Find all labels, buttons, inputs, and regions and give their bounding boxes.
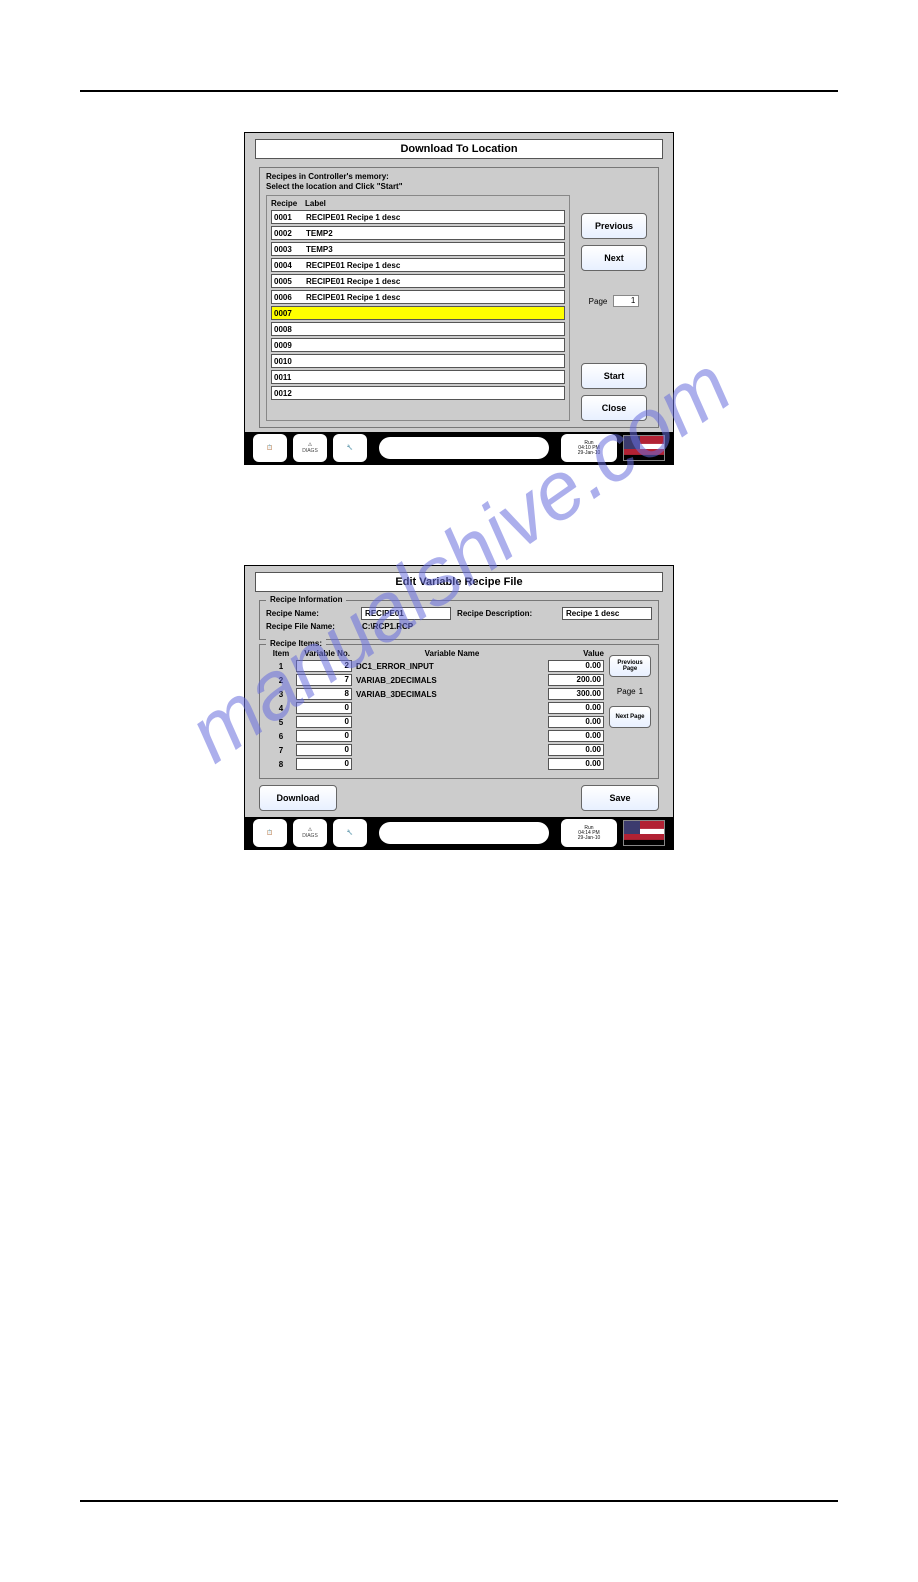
- col-varno: Variable No.: [296, 649, 352, 658]
- table-row: 700.00: [266, 744, 604, 756]
- recipe-file-label: Recipe File Name:: [266, 622, 356, 631]
- list-item[interactable]: 0010: [271, 354, 565, 368]
- varno-input[interactable]: 2: [296, 660, 352, 672]
- start-button[interactable]: Start: [581, 363, 647, 389]
- footer-spacer-2: [379, 822, 549, 844]
- previous-button[interactable]: Previous: [581, 213, 647, 239]
- flag-icon[interactable]: [623, 435, 665, 461]
- value-input[interactable]: 300.00: [548, 688, 604, 700]
- edit-recipe-panel: Edit Variable Recipe File Recipe Informa…: [244, 565, 674, 850]
- value-input[interactable]: 0.00: [548, 744, 604, 756]
- list-item[interactable]: 0009: [271, 338, 565, 352]
- diags-button-2[interactable]: ⚠DIAGS: [293, 819, 327, 847]
- save-button[interactable]: Save: [581, 785, 659, 811]
- recipe-desc-label: Recipe Description:: [457, 609, 556, 618]
- varno-input[interactable]: 0: [296, 744, 352, 756]
- list-item[interactable]: 0008: [271, 322, 565, 336]
- footer-icon-1b[interactable]: 📋: [253, 819, 287, 847]
- value-input[interactable]: 0.00: [548, 758, 604, 770]
- next-button[interactable]: Next: [581, 245, 647, 271]
- download-panel: Download To Location Recipes in Controll…: [244, 132, 674, 465]
- status-badge-2: Run 04:14 PM 29-Jan-10: [561, 819, 617, 847]
- instr-line-1: Recipes in Controller's memory:: [266, 172, 652, 182]
- varno-input[interactable]: 7: [296, 674, 352, 686]
- status-badge: Run 04:10 PM 29-Jan-10: [561, 434, 617, 462]
- footer-bar: 📋 ⚠DIAGS 🔧 Run 04:10 PM 29-Jan-10: [245, 432, 673, 464]
- list-item[interactable]: 0002TEMP2: [271, 226, 565, 240]
- fieldset-recipe-info: Recipe Information: [266, 595, 346, 604]
- list-item[interactable]: 0001RECIPE01 Recipe 1 desc: [271, 210, 565, 224]
- page-value: 1: [613, 295, 639, 307]
- col-varname: Variable Name: [352, 649, 548, 658]
- table-row: 27VARIAB_2DECIMALS200.00: [266, 674, 604, 686]
- recipe-desc-input[interactable]: Recipe 1 desc: [562, 607, 652, 620]
- recipe-name-label: Recipe Name:: [266, 609, 355, 618]
- page-value-2: 1: [639, 687, 643, 696]
- col-label: Label: [305, 199, 326, 208]
- list-item[interactable]: 0011: [271, 370, 565, 384]
- table-row: 500.00: [266, 716, 604, 728]
- list-item[interactable]: 0007: [271, 306, 565, 320]
- varno-input[interactable]: 8: [296, 688, 352, 700]
- fieldset-recipe-items: Recipe Items:: [266, 639, 326, 648]
- download-button[interactable]: Download: [259, 785, 337, 811]
- table-row: 38VARIAB_3DECIMALS300.00: [266, 688, 604, 700]
- varno-input[interactable]: 0: [296, 702, 352, 714]
- footer-icon-3[interactable]: 🔧: [333, 434, 367, 462]
- footer-spacer: [379, 437, 549, 459]
- col-item: Item: [266, 649, 296, 658]
- recipe-list: Recipe Label 0001RECIPE01 Recipe 1 desc 0…: [266, 195, 570, 421]
- list-item[interactable]: 0003TEMP3: [271, 242, 565, 256]
- page-label: Page: [589, 297, 608, 306]
- col-value: Value: [548, 649, 604, 658]
- next-page-button[interactable]: Next Page: [609, 706, 651, 728]
- footer-icon-3b[interactable]: 🔧: [333, 819, 367, 847]
- value-input[interactable]: 0.00: [548, 730, 604, 742]
- table-row: 12DC1_ERROR_INPUT0.00: [266, 660, 604, 672]
- list-item[interactable]: 0006RECIPE01 Recipe 1 desc: [271, 290, 565, 304]
- panel-title: Download To Location: [255, 139, 663, 159]
- footer-icon-1[interactable]: 📋: [253, 434, 287, 462]
- list-item[interactable]: 0012: [271, 386, 565, 400]
- value-input[interactable]: 200.00: [548, 674, 604, 686]
- list-item[interactable]: 0004RECIPE01 Recipe 1 desc: [271, 258, 565, 272]
- table-row: 800.00: [266, 758, 604, 770]
- prev-page-button[interactable]: Previous Page: [609, 655, 651, 677]
- recipe-file-value: C:\RCP1.RCP: [362, 622, 413, 631]
- col-recipe: Recipe: [271, 199, 305, 208]
- varno-input[interactable]: 0: [296, 716, 352, 728]
- list-item[interactable]: 0005RECIPE01 Recipe 1 desc: [271, 274, 565, 288]
- varno-input[interactable]: 0: [296, 758, 352, 770]
- value-input[interactable]: 0.00: [548, 702, 604, 714]
- table-row: 600.00: [266, 730, 604, 742]
- value-input[interactable]: 0.00: [548, 660, 604, 672]
- panel-title-2: Edit Variable Recipe File: [255, 572, 663, 592]
- close-button[interactable]: Close: [581, 395, 647, 421]
- flag-icon-2[interactable]: [623, 820, 665, 846]
- table-row: 400.00: [266, 702, 604, 714]
- value-input[interactable]: 0.00: [548, 716, 604, 728]
- recipe-name-input[interactable]: RECIPE01: [361, 607, 451, 620]
- page-label-2: Page: [617, 687, 636, 696]
- footer-bar-2: 📋 ⚠DIAGS 🔧 Run 04:14 PM 29-Jan-10: [245, 817, 673, 849]
- instr-line-2: Select the location and Click "Start": [266, 182, 652, 192]
- varno-input[interactable]: 0: [296, 730, 352, 742]
- diags-button[interactable]: ⚠DIAGS: [293, 434, 327, 462]
